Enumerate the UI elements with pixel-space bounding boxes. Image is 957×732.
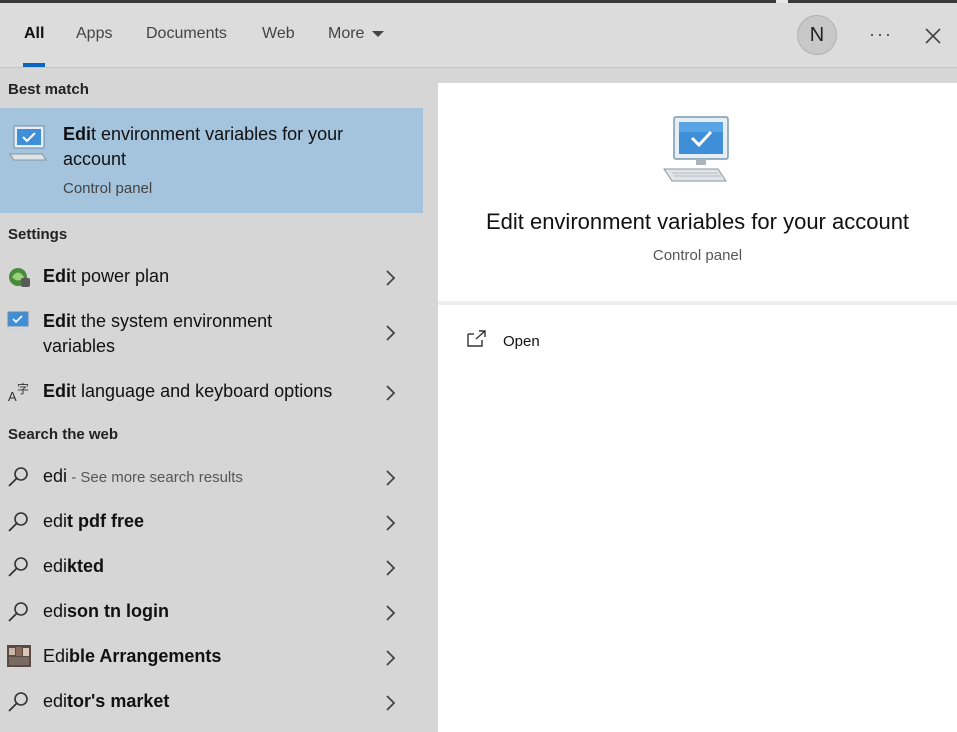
caret-down-icon: [372, 30, 385, 37]
avatar[interactable]: N: [797, 15, 837, 55]
best-match-heading: Best match: [8, 81, 89, 98]
settings-item-label: Edit power plan: [43, 264, 169, 289]
web-item[interactable]: edikted: [0, 548, 423, 584]
open-action-label: Open: [503, 333, 540, 350]
monitor-check-icon: [663, 116, 729, 182]
chevron-right-icon: [386, 605, 396, 621]
label-suggest: ble Arrangements: [69, 646, 222, 666]
preview-title: Edit environment variables for your acco…: [485, 209, 910, 234]
settings-item-language[interactable]: A 字 Edit language and keyboard options: [0, 373, 423, 409]
web-item-label: edison tn login: [43, 599, 169, 624]
svg-text:字: 字: [17, 381, 29, 396]
label-typed: edi: [43, 691, 68, 711]
label-match: Edi: [43, 381, 72, 401]
chevron-right-icon: [386, 650, 396, 666]
settings-item-power-plan[interactable]: Edit power plan: [0, 258, 423, 294]
tab-documents[interactable]: Documents: [146, 3, 227, 67]
web-item-label: Edible Arrangements: [43, 644, 221, 669]
chevron-right-icon: [386, 270, 396, 286]
web-item-label: editor's market: [43, 689, 169, 714]
preview-subtitle: Control panel: [652, 247, 743, 264]
web-item-label: edikted: [43, 554, 104, 579]
preview-divider: [438, 301, 957, 305]
label-typed: Edi: [43, 646, 70, 666]
tab-web[interactable]: Web: [262, 3, 295, 67]
web-item[interactable]: edi - See more search results: [0, 458, 423, 494]
label-typed: edi: [43, 466, 68, 486]
label-match: Edi: [43, 266, 72, 286]
svg-text:A: A: [8, 389, 17, 404]
settings-item-label: Edit language and keyboard options: [43, 379, 332, 404]
tab-more-label: More: [328, 25, 365, 42]
chevron-right-icon: [386, 515, 396, 531]
label-suggest: kted: [67, 556, 105, 576]
web-item[interactable]: Edible Arrangements: [0, 638, 423, 674]
best-match-title: Edit environment variables for your acco…: [63, 122, 363, 172]
close-button[interactable]: [918, 19, 948, 53]
search-web-heading: Search the web: [8, 426, 119, 443]
language-icon: A 字: [8, 381, 29, 404]
chevron-right-icon: [386, 695, 396, 711]
tab-apps[interactable]: Apps: [76, 3, 112, 67]
monitor-check-icon: [9, 125, 47, 161]
label-typed: edi: [43, 511, 68, 531]
label-suggest: son tn login: [67, 601, 170, 621]
results-panel: Best match Edit environment variables fo…: [0, 68, 438, 732]
search-icon: [8, 467, 28, 487]
tab-more[interactable]: More: [328, 3, 385, 67]
settings-item-system-env[interactable]: Edit the system environment variables: [0, 303, 423, 363]
web-item-label: edi - See more search results: [43, 464, 243, 490]
more-options-button[interactable]: ···: [866, 17, 896, 53]
web-item[interactable]: editor's market: [0, 683, 423, 719]
web-item[interactable]: edison tn login: [0, 593, 423, 629]
label-match: Edi: [43, 311, 72, 331]
search-icon: [8, 602, 28, 622]
best-match-title-match: Edi: [63, 124, 92, 144]
label-typed: edi: [43, 556, 68, 576]
label-rest: t the system environment variables: [43, 311, 273, 356]
label-rest: t power plan: [71, 266, 170, 286]
search-header: All Apps Documents Web More N ···: [0, 3, 957, 68]
web-item[interactable]: edit pdf free: [0, 503, 423, 539]
close-icon: [925, 28, 941, 44]
chevron-right-icon: [386, 470, 396, 486]
chevron-right-icon: [386, 325, 396, 341]
settings-heading: Settings: [8, 226, 68, 243]
preview-panel: Edit environment variables for your acco…: [438, 83, 957, 732]
settings-item-label: Edit the system environment variables: [43, 309, 343, 359]
best-match-title-rest: t environment variables for your account: [63, 124, 344, 169]
monitor-icon: [7, 311, 29, 332]
chevron-right-icon: [386, 385, 396, 401]
web-item-label: edit pdf free: [43, 509, 144, 534]
search-icon: [8, 557, 28, 577]
label-suggest: tor's market: [67, 691, 170, 711]
search-icon: [8, 512, 28, 532]
label-typed: edi: [43, 601, 68, 621]
chevron-right-icon: [386, 560, 396, 576]
label-rest: t language and keyboard options: [71, 381, 333, 401]
best-match-item[interactable]: Edit environment variables for your acco…: [0, 108, 423, 213]
open-external-icon: [467, 330, 486, 347]
tab-all[interactable]: All: [22, 3, 46, 67]
best-match-subtitle: Control panel: [63, 180, 153, 197]
thumbnail-icon: [7, 645, 31, 667]
search-icon: [8, 692, 28, 712]
power-plan-icon: [9, 268, 30, 287]
label-suggest: t pdf free: [67, 511, 145, 531]
label-hint: - See more search results: [67, 469, 243, 486]
